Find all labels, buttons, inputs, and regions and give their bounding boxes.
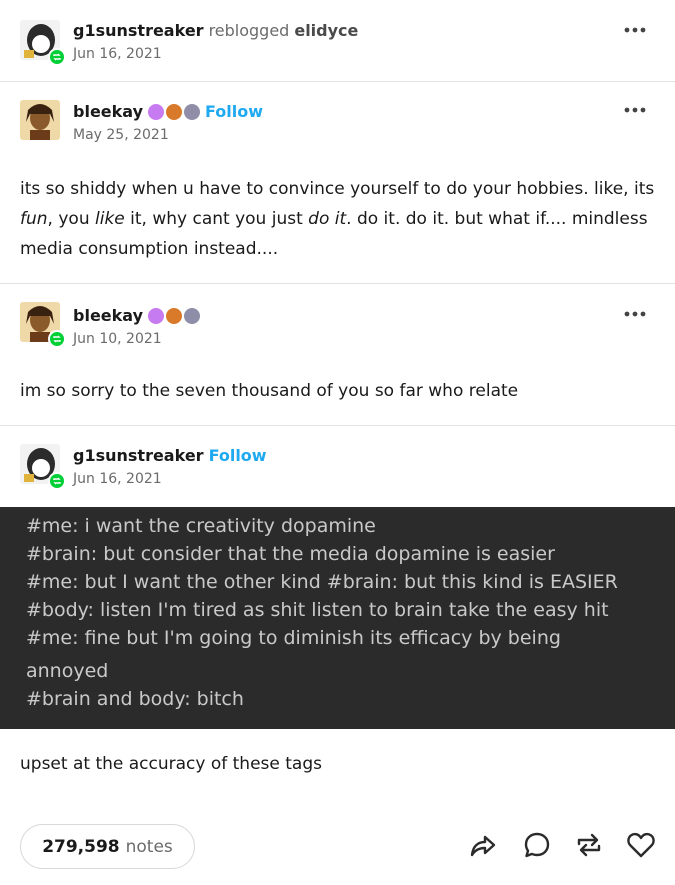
avatar[interactable] xyxy=(20,302,66,348)
post-date[interactable]: May 25, 2021 xyxy=(73,127,263,143)
body-text: , you xyxy=(47,209,95,229)
body-emphasis: like xyxy=(95,209,125,229)
tag-line: #brain and body: bitch xyxy=(26,688,244,710)
avatar[interactable] xyxy=(20,444,66,490)
tags-screenshot-image[interactable]: #me: i want the creativity dopamine #bra… xyxy=(0,507,675,729)
notes-count: 279,598 xyxy=(42,836,120,857)
post-body-2: im so sorry to the seven thousand of you… xyxy=(20,381,519,401)
username-link[interactable]: g1sunstreaker xyxy=(73,21,204,40)
follow-button[interactable]: Follow xyxy=(205,102,263,121)
badge-icon[interactable] xyxy=(184,103,201,120)
tag-line: #brain: but consider that the media dopa… xyxy=(26,543,555,565)
username-link[interactable]: bleekay xyxy=(73,102,143,121)
reply-icon[interactable] xyxy=(522,830,552,860)
badge-icon[interactable] xyxy=(184,307,201,324)
body-text: it, why cant you just xyxy=(124,209,309,229)
post-date[interactable]: Jun 10, 2021 xyxy=(73,331,200,347)
badge-icon[interactable] xyxy=(148,307,165,324)
tag-line: annoyed xyxy=(26,660,109,682)
tumblr-post: g1sunstreaker reblogged elidyce Jun 16, … xyxy=(0,0,675,885)
post-date[interactable]: Jun 16, 2021 xyxy=(73,471,267,487)
reblog-header: g1sunstreaker reblogged elidyce Jun 16, … xyxy=(0,0,675,80)
reblogged-label: reblogged xyxy=(208,21,290,40)
notes-label: notes xyxy=(125,836,173,857)
username-link[interactable]: bleekay xyxy=(73,306,143,325)
badges xyxy=(148,103,201,120)
badge-icon[interactable] xyxy=(148,103,165,120)
tag-line: #body: listen I'm tired as shit listen t… xyxy=(26,599,609,621)
avatar[interactable] xyxy=(20,20,66,66)
badge-icon[interactable] xyxy=(166,307,183,324)
body-emphasis: do it xyxy=(308,209,347,229)
more-options-button[interactable] xyxy=(623,310,647,318)
avatar[interactable] xyxy=(20,100,64,144)
more-options-button[interactable] xyxy=(623,26,647,34)
body-text: its so shiddy when u have to convince yo… xyxy=(20,179,655,199)
tag-line: #me: i want the creativity dopamine xyxy=(26,515,376,537)
trail-header-2: bleekay Jun 10, 2021 xyxy=(0,284,675,364)
share-icon[interactable] xyxy=(468,830,498,860)
username-link[interactable]: g1sunstreaker xyxy=(73,446,204,465)
follow-button[interactable]: Follow xyxy=(209,446,267,465)
tag-line: #me: fine but I'm going to diminish its … xyxy=(26,627,561,649)
badge-icon[interactable] xyxy=(166,103,183,120)
body-emphasis: fun xyxy=(20,209,48,229)
trail-meta-2: bleekay Jun 10, 2021 xyxy=(73,306,201,347)
tag-line: #me: but I want the other kind #brain: b… xyxy=(26,571,618,593)
reblog-meta: g1sunstreaker reblogged elidyce Jun 16, … xyxy=(73,21,358,62)
post-body-3: upset at the accuracy of these tags xyxy=(20,754,322,774)
post-date[interactable]: Jun 16, 2021 xyxy=(73,46,358,62)
trail-header-3: g1sunstreaker Follow Jun 16, 2021 xyxy=(0,426,675,506)
source-username-link[interactable]: elidyce xyxy=(294,21,358,40)
avatar-image-bleekay xyxy=(20,100,60,140)
reblog-badge-icon xyxy=(48,48,66,66)
post-body-1: its so shiddy when u have to convince yo… xyxy=(20,174,660,264)
badges xyxy=(148,307,201,324)
reblog-icon[interactable] xyxy=(574,830,604,860)
more-options-button[interactable] xyxy=(623,106,647,114)
notes-button[interactable]: 279,598 notes xyxy=(20,824,195,869)
trail-meta-1: bleekay Follow May 25, 2021 xyxy=(73,102,263,143)
trail-meta-3: g1sunstreaker Follow Jun 16, 2021 xyxy=(73,446,267,487)
trail-header-1: bleekay Follow May 25, 2021 xyxy=(0,82,675,162)
reblog-badge-icon xyxy=(48,472,66,490)
heart-icon[interactable] xyxy=(626,830,656,860)
reblog-badge-icon xyxy=(48,330,66,348)
